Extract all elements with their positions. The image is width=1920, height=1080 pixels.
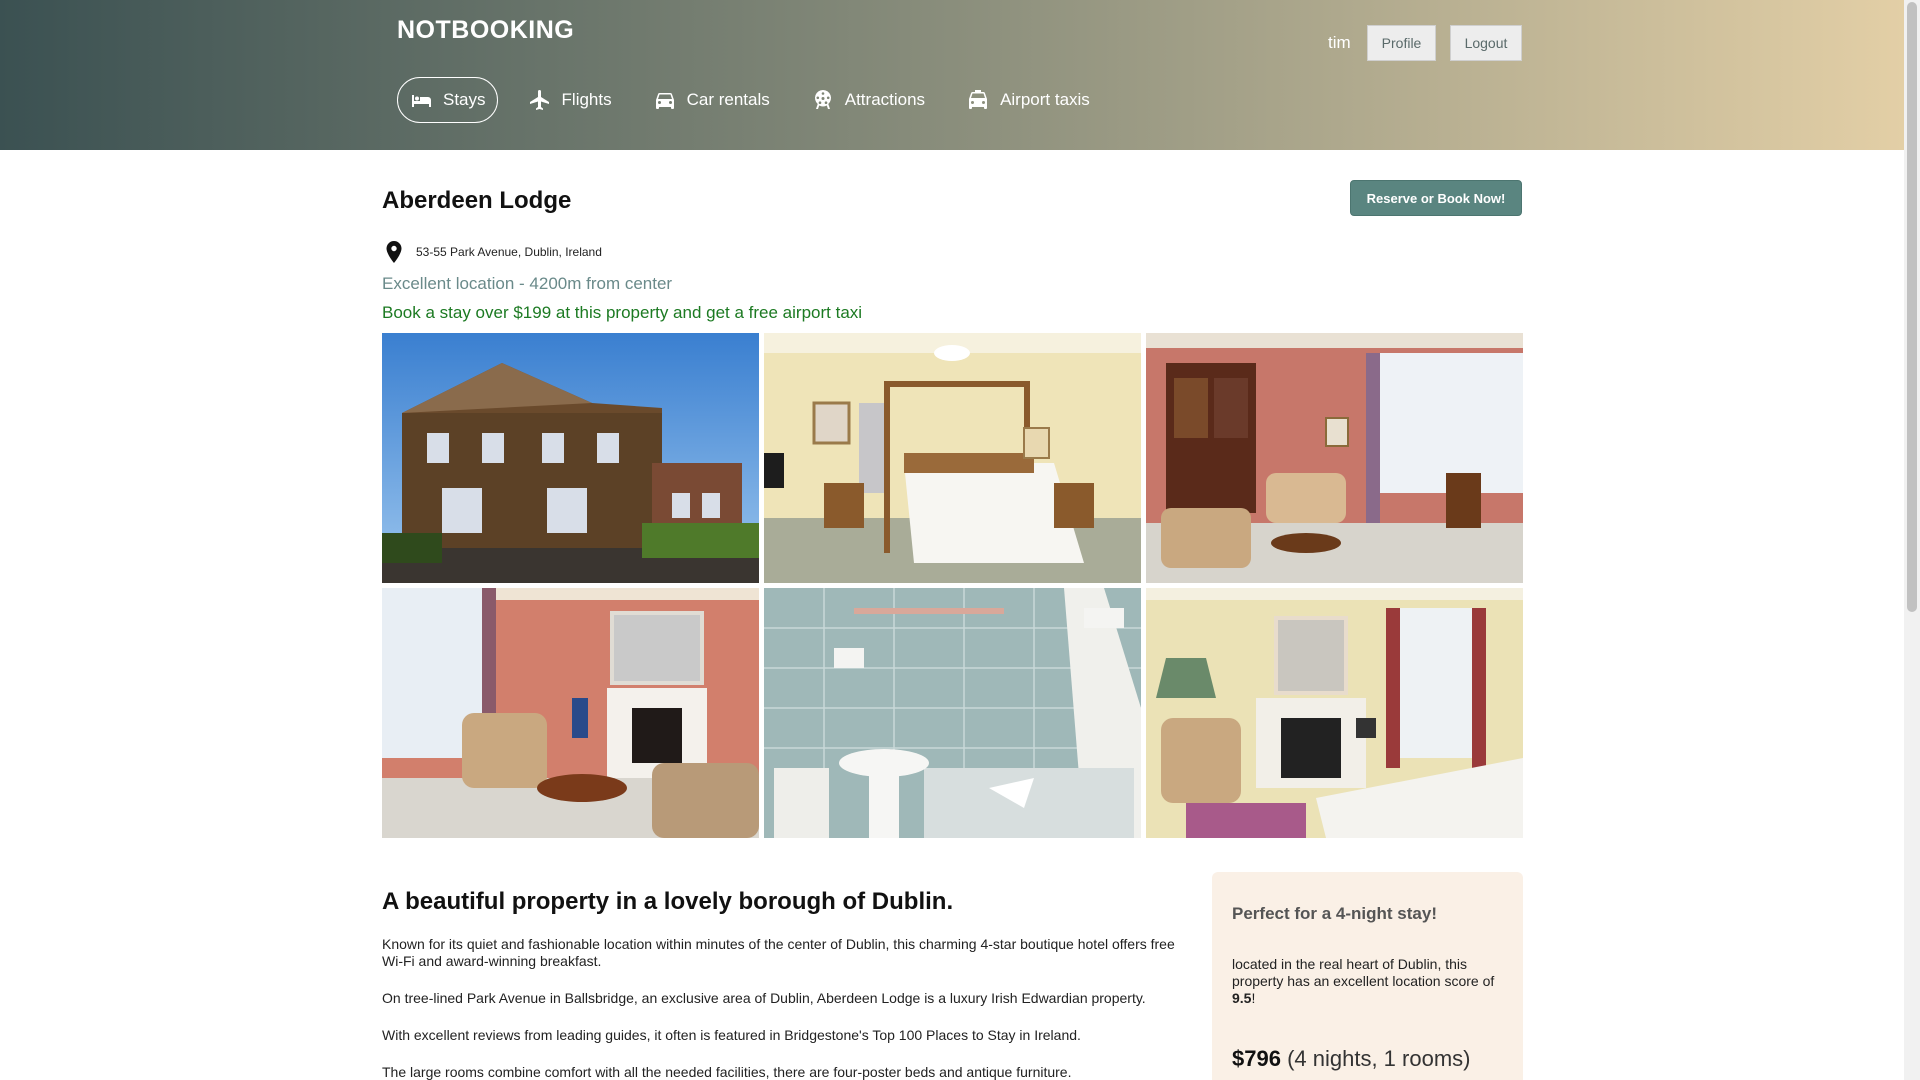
- description-paragraph: On tree-lined Park Avenue in Ballsbridge…: [382, 990, 1146, 1006]
- stay-highlight-title: Perfect for a 4-night stay!: [1232, 904, 1437, 923]
- bed-icon: [412, 95, 431, 107]
- sitting-room-fireplace-photo[interactable]: [382, 588, 759, 838]
- nav-attractions-label: Attractions: [844, 90, 926, 109]
- description-paragraph: The large rooms combine comfort with all…: [382, 1064, 1072, 1080]
- description-paragraph: Known for its quiet and fashionable loca…: [382, 936, 1175, 969]
- nav-stays-label: Stays: [443, 90, 486, 109]
- car-icon: [655, 93, 674, 109]
- description-heading: A beautiful property in a lovely borough…: [382, 888, 954, 915]
- score-suffix: !: [1251, 990, 1256, 1006]
- stay-highlight-text: located in the real heart of Dublin, thi…: [1232, 956, 1512, 1007]
- plane-icon: [529, 90, 549, 110]
- exterior-photo[interactable]: [382, 333, 759, 583]
- bathroom-photo[interactable]: [764, 588, 1141, 838]
- taxi-icon: [969, 90, 988, 109]
- top-header: NOTBOOKING tim Profile Logout Stays Flig…: [0, 0, 1904, 150]
- nav-flights[interactable]: Flights: [517, 77, 623, 123]
- logout-button[interactable]: Logout: [1450, 25, 1522, 61]
- main-nav: Stays Flights Car rentals Attractions Ai…: [397, 77, 1120, 123]
- scrollbar-thumb[interactable]: [1907, 2, 1917, 612]
- property-title: Aberdeen Lodge: [382, 187, 572, 214]
- nav-airport-taxis-label: Airport taxis: [1000, 90, 1090, 109]
- property-address: 53-55 Park Avenue, Dublin, Ireland: [416, 245, 602, 259]
- four-poster-bedroom-photo[interactable]: [764, 333, 1141, 583]
- description-paragraph: With excellent reviews from leading guid…: [382, 1027, 1081, 1043]
- profile-button[interactable]: Profile: [1367, 25, 1436, 61]
- brand-logo[interactable]: NOTBOOKING: [397, 16, 574, 45]
- promo-note: Book a stay over $199 at this property a…: [382, 303, 863, 322]
- user-name: tim: [1328, 33, 1351, 52]
- attractions-icon: [814, 89, 831, 109]
- nav-airport-taxis[interactable]: Airport taxis: [955, 77, 1101, 123]
- location-score: 9.5: [1232, 990, 1252, 1006]
- photo-gallery: [382, 333, 1523, 838]
- nav-flights-label: Flights: [561, 90, 612, 109]
- reserve-button[interactable]: Reserve or Book Now!: [1350, 180, 1522, 216]
- library-lounge-photo[interactable]: [1146, 333, 1523, 583]
- nav-car-rentals-label: Car rentals: [686, 90, 770, 109]
- address-row: 53-55 Park Avenue, Dublin, Ireland: [384, 241, 602, 263]
- map-pin-icon: [386, 241, 402, 263]
- page-scrollbar[interactable]: [1904, 0, 1920, 1080]
- double-bedroom-photo[interactable]: [1146, 588, 1523, 838]
- location-note: Excellent location - 4200m from center: [382, 274, 673, 293]
- nav-stays[interactable]: Stays: [397, 77, 498, 123]
- price-detail: (4 nights, 1 rooms): [1287, 1046, 1471, 1071]
- price-summary: $796 (4 nights, 1 rooms): [1232, 1046, 1470, 1072]
- total-price: $796: [1232, 1046, 1281, 1071]
- stay-highlight-body: located in the real heart of Dublin, thi…: [1232, 956, 1495, 989]
- nav-car-rentals[interactable]: Car rentals: [642, 77, 781, 123]
- nav-attractions[interactable]: Attractions: [800, 77, 936, 123]
- stay-highlight-box: Perfect for a 4-night stay! located in t…: [1212, 872, 1523, 1080]
